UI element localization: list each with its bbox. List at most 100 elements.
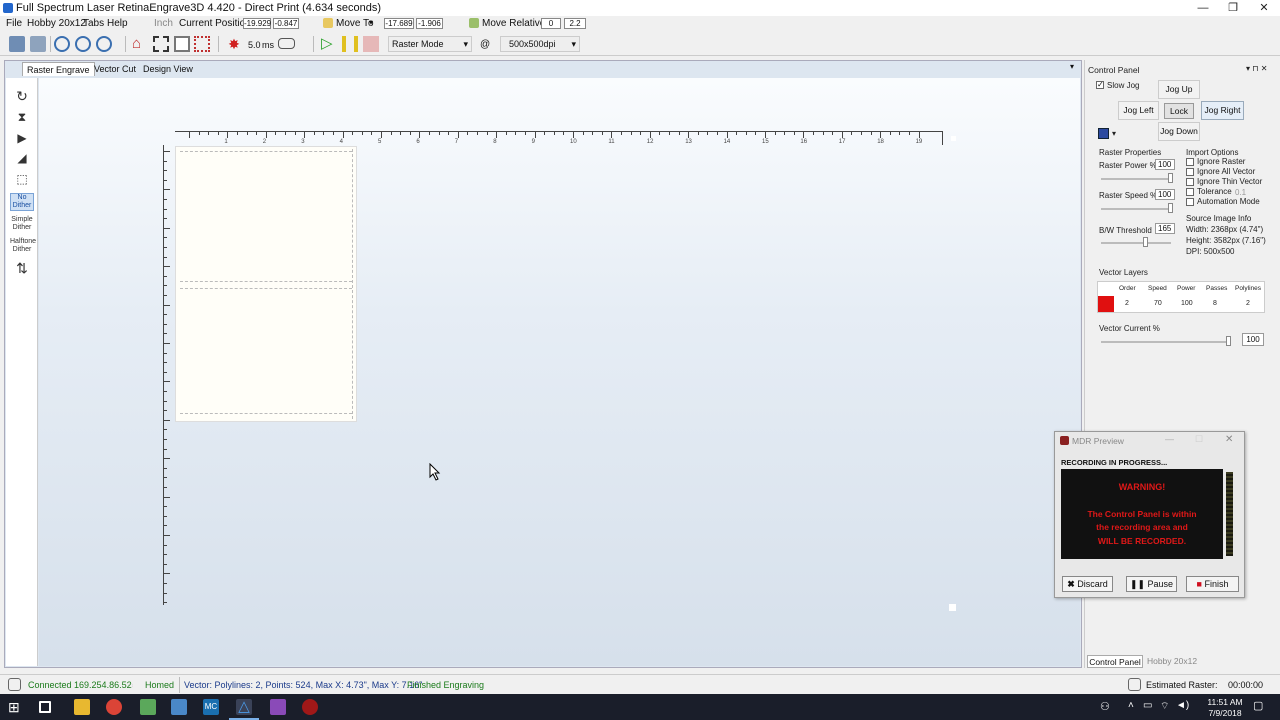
pause-button[interactable]: ❚❚ Pause bbox=[1126, 576, 1177, 592]
raster-speed-slider-thumb[interactable] bbox=[1168, 203, 1173, 213]
move-to-button[interactable]: Move To bbox=[336, 18, 374, 29]
home-icon[interactable]: ⌂ bbox=[132, 36, 148, 52]
move-to-dropdown-icon[interactable]: ▾ bbox=[369, 18, 373, 27]
menu-hobby[interactable]: Hobby 20x12 bbox=[27, 18, 86, 29]
engrave-preview[interactable] bbox=[175, 146, 357, 422]
zoom-in-icon[interactable] bbox=[54, 36, 70, 52]
tab-control-panel[interactable]: Control Panel bbox=[1087, 655, 1143, 668]
network-icon[interactable]: ⌔ bbox=[1160, 700, 1169, 713]
move-y-field[interactable]: -1.906 bbox=[416, 18, 443, 29]
move-x-field[interactable]: -17.689 bbox=[384, 18, 414, 29]
laser-pulse-icon[interactable]: ✸ bbox=[226, 36, 242, 52]
display-icon[interactable]: ▭ bbox=[1143, 700, 1152, 711]
mdr-taskbar-icon[interactable] bbox=[302, 699, 318, 715]
mode-select[interactable]: Raster Mode ▾ bbox=[388, 36, 472, 52]
app-purple-icon[interactable] bbox=[270, 699, 286, 715]
tab-raster-engrave[interactable]: Raster Engrave bbox=[22, 62, 95, 76]
vector-current-slider[interactable] bbox=[1101, 341, 1231, 343]
canvas-handle[interactable] bbox=[951, 136, 956, 141]
jog-up-button[interactable]: Jog Up bbox=[1158, 80, 1200, 99]
windows-start-icon[interactable]: ⊞ bbox=[8, 699, 24, 715]
bw-threshold-input[interactable]: 165 bbox=[1155, 223, 1175, 234]
close-button[interactable]: ✕ bbox=[1249, 0, 1279, 16]
people-icon[interactable]: ⚇ bbox=[1100, 700, 1110, 713]
layer-power-value[interactable]: 100 bbox=[1181, 300, 1193, 307]
automation-mode-checkbox[interactable] bbox=[1186, 198, 1194, 206]
simple-dither-button[interactable]: Simple Dither bbox=[10, 216, 34, 234]
layer-color-swatch[interactable] bbox=[1098, 296, 1114, 312]
move-relative-button[interactable]: Move Relative bbox=[482, 18, 545, 29]
tab-vector-cut[interactable]: Vector Cut bbox=[90, 62, 140, 76]
mdr-close-icon[interactable]: ✕ bbox=[1225, 434, 1233, 445]
sort-icon[interactable]: ⇅ bbox=[10, 259, 34, 277]
frame-icon[interactable] bbox=[153, 36, 169, 52]
mdr-maximize-icon[interactable]: ☐ bbox=[1195, 434, 1203, 445]
open-icon[interactable] bbox=[9, 36, 25, 52]
layer-passes-value[interactable]: 8 bbox=[1213, 300, 1217, 307]
jog-down-button[interactable]: Jog Down bbox=[1158, 122, 1200, 141]
task-view-icon[interactable] bbox=[39, 701, 51, 713]
flip-vertical-icon[interactable]: ▶ bbox=[10, 129, 34, 147]
maximize-button[interactable]: ❐ bbox=[1218, 0, 1248, 16]
raster-power-input[interactable]: 100 bbox=[1155, 159, 1175, 170]
play-icon[interactable]: ▷ bbox=[321, 36, 337, 52]
clock-time[interactable]: 11:51 AM bbox=[1205, 697, 1245, 707]
raster-power-slider[interactable] bbox=[1101, 178, 1171, 180]
file-explorer-icon[interactable] bbox=[74, 699, 90, 715]
ignore-all-vector-checkbox[interactable] bbox=[1186, 168, 1194, 176]
app-green-icon[interactable] bbox=[140, 699, 156, 715]
stop-icon[interactable] bbox=[363, 36, 379, 52]
layer-speed-value[interactable]: 70 bbox=[1154, 300, 1162, 307]
bw-threshold-slider-thumb[interactable] bbox=[1143, 237, 1148, 247]
tab-hobby[interactable]: Hobby 20x12 bbox=[1145, 655, 1199, 668]
tolerance-checkbox[interactable] bbox=[1186, 188, 1194, 196]
bounds-icon[interactable] bbox=[174, 36, 190, 52]
bw-threshold-slider[interactable] bbox=[1101, 242, 1171, 244]
menu-file[interactable]: File bbox=[6, 18, 22, 29]
flip-horizontal-icon[interactable]: ⧗ bbox=[10, 108, 34, 126]
slow-jog-checkbox[interactable]: ✓ bbox=[1096, 81, 1104, 89]
lock-button[interactable]: Lock bbox=[1164, 103, 1194, 119]
no-dither-button[interactable]: No Dither bbox=[10, 193, 34, 211]
zoom-fit-icon[interactable] bbox=[96, 36, 112, 52]
volume-icon[interactable]: ◄) bbox=[1176, 700, 1189, 711]
vector-current-slider-thumb[interactable] bbox=[1226, 336, 1231, 346]
retinaengrave-app-icon[interactable]: △ bbox=[236, 699, 252, 715]
panel-pin-icon[interactable]: ▾ ⊓ ✕ bbox=[1246, 64, 1267, 73]
canvas-handle[interactable] bbox=[949, 604, 956, 611]
tabs-dropdown-icon[interactable]: ▾ bbox=[1070, 62, 1074, 71]
finish-button[interactable]: ■ Finish bbox=[1186, 576, 1239, 592]
save-settings-dropdown-icon[interactable]: ▾ bbox=[1112, 129, 1116, 138]
relative-y-field[interactable]: 2.2 bbox=[564, 18, 586, 29]
pause-icon[interactable] bbox=[342, 36, 358, 52]
raster-power-slider-thumb[interactable] bbox=[1168, 173, 1173, 183]
layer-order-value[interactable]: 2 bbox=[1125, 300, 1129, 307]
app-bird-icon[interactable] bbox=[171, 699, 187, 715]
rotate-icon[interactable]: ↻ bbox=[10, 87, 34, 105]
grid-icon[interactable] bbox=[194, 36, 210, 52]
discard-button[interactable]: ✖ Discard bbox=[1062, 576, 1113, 592]
ignore-raster-checkbox[interactable] bbox=[1186, 158, 1194, 166]
mdr-minimize-icon[interactable]: — bbox=[1165, 434, 1174, 444]
jog-left-button[interactable]: Jog Left bbox=[1118, 101, 1159, 120]
jog-right-button[interactable]: Jog Right bbox=[1201, 101, 1244, 120]
halftone-dither-button[interactable]: Halftone Dither bbox=[10, 238, 36, 256]
save-icon[interactable] bbox=[30, 36, 46, 52]
raster-speed-slider[interactable] bbox=[1101, 208, 1171, 210]
relative-x-field[interactable]: 0 bbox=[541, 18, 561, 29]
mc-app-icon[interactable]: MC bbox=[203, 699, 219, 715]
dpi-select[interactable]: 500x500dpi ▾ bbox=[500, 36, 580, 52]
invert-icon[interactable]: ◢ bbox=[10, 149, 34, 167]
chrome-icon[interactable] bbox=[106, 699, 122, 715]
notifications-icon[interactable]: ▢ bbox=[1253, 699, 1263, 712]
ignore-thin-vector-checkbox[interactable] bbox=[1186, 178, 1194, 186]
save-settings-icon[interactable] bbox=[1098, 128, 1109, 139]
minimize-button[interactable]: — bbox=[1188, 0, 1218, 16]
vector-current-input[interactable]: 100 bbox=[1242, 333, 1264, 346]
menu-help[interactable]: Help bbox=[107, 18, 128, 29]
menu-tabs[interactable]: Tabs bbox=[83, 18, 104, 29]
toggle-icon[interactable] bbox=[278, 38, 295, 49]
zoom-out-icon[interactable] bbox=[75, 36, 91, 52]
tab-design-view[interactable]: Design View bbox=[139, 62, 197, 76]
tolerance-value[interactable]: 0.1 bbox=[1235, 188, 1246, 197]
